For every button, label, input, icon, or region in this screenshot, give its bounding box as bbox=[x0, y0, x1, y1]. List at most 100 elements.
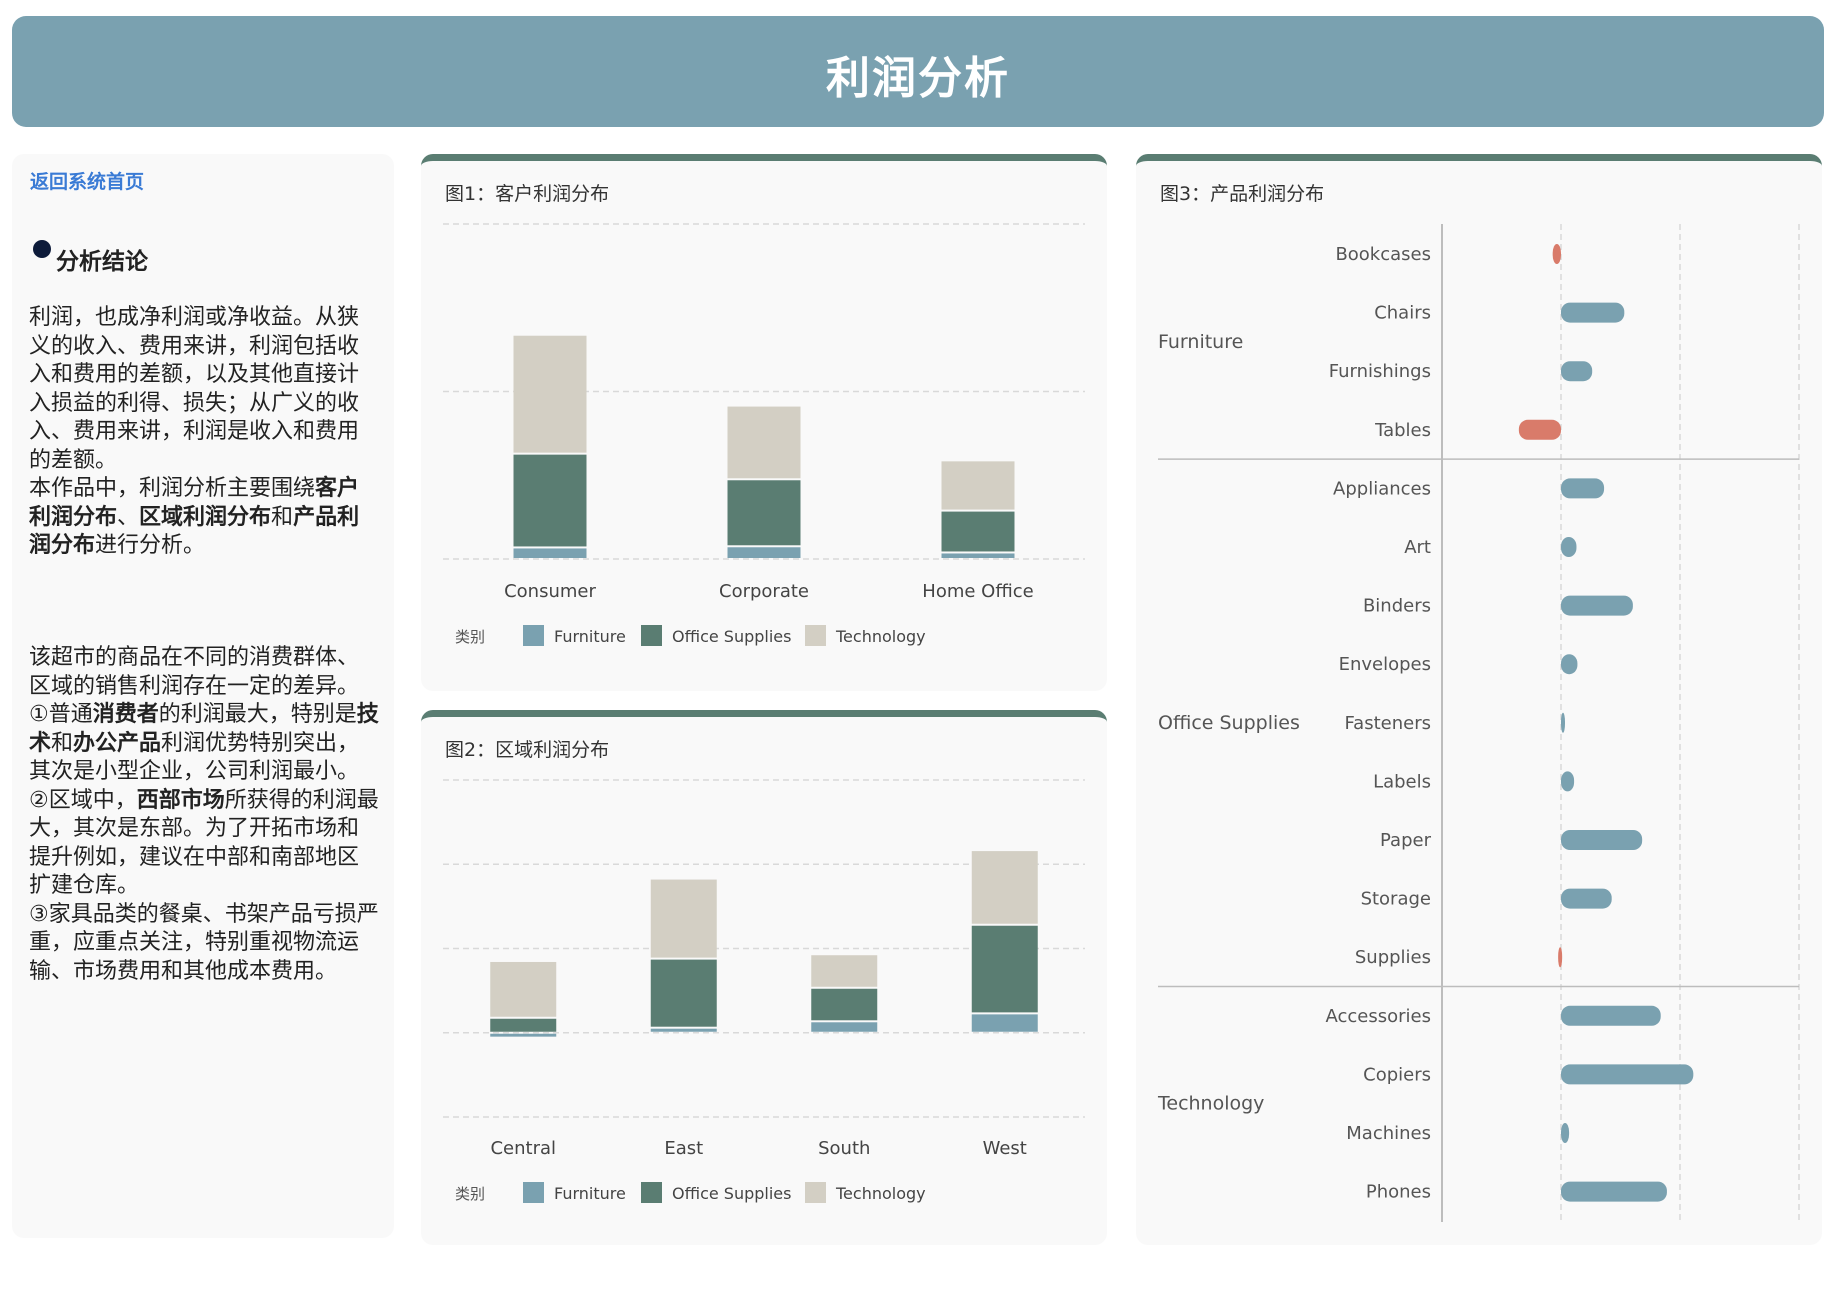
product-bar bbox=[1561, 537, 1577, 557]
finding-1c: 的利润最大，特别是 bbox=[158, 702, 357, 727]
intro-text-2: 本作品中，利润分析主要围绕 bbox=[29, 476, 316, 501]
category-label: Technology bbox=[1157, 1093, 1264, 1115]
product-label: Tables bbox=[1374, 420, 1431, 441]
bar-furniture bbox=[513, 548, 587, 558]
product-bar bbox=[1561, 1064, 1694, 1085]
legend-swatch bbox=[805, 625, 826, 646]
product-label: Copiers bbox=[1363, 1064, 1431, 1085]
customer-profit-chart: Consumer Corporate Home Office 类别 Furniture O… bbox=[443, 223, 1085, 646]
bar-office-supplies bbox=[941, 511, 1015, 552]
bar-office-supplies bbox=[971, 925, 1038, 1013]
x-tick-label: Central bbox=[490, 1138, 556, 1159]
product-label: Paper bbox=[1380, 830, 1432, 851]
bar-technology bbox=[941, 461, 1015, 510]
finding-1b: 消费者 bbox=[92, 702, 159, 727]
legend-label: Technology bbox=[835, 627, 926, 646]
sep-2: 和 bbox=[271, 504, 294, 530]
product-bar bbox=[1518, 419, 1561, 440]
x-tick-label: South bbox=[818, 1138, 870, 1159]
product-label: Labels bbox=[1373, 771, 1431, 792]
product-label: Accessories bbox=[1326, 1006, 1432, 1027]
bar-furniture bbox=[811, 1022, 878, 1032]
bullet-dot-icon bbox=[33, 240, 51, 258]
legend-swatch bbox=[805, 1182, 826, 1203]
product-bar bbox=[1561, 595, 1633, 616]
product-bar bbox=[1558, 947, 1563, 968]
product-bar bbox=[1561, 712, 1565, 733]
bar-technology bbox=[513, 335, 587, 453]
product-label: Art bbox=[1404, 537, 1431, 558]
bar-office-supplies bbox=[727, 480, 801, 546]
product-label: Bookcases bbox=[1335, 244, 1431, 265]
region-profit-panel: 图2：区域利润分布 Central East South West 类别 Furnitur… bbox=[421, 710, 1107, 1245]
page-title: 利润分析 bbox=[826, 53, 1010, 104]
finding-1f: 办公产品 bbox=[73, 730, 162, 756]
legend-swatch bbox=[641, 625, 662, 646]
product-label: Furnishings bbox=[1329, 361, 1431, 382]
findings-paragraph: 该超市的商品在不同的消费群体、区域的销售利润存在一定的差异。 ①普通消费者的利润… bbox=[29, 644, 379, 986]
bar-furniture bbox=[727, 547, 801, 558]
product-label: Envelopes bbox=[1339, 654, 1431, 675]
product-profit-panel: 图3：产品利润分布 Bookcases Chairs Furnishings Tabl… bbox=[1136, 154, 1822, 1245]
product-bar bbox=[1561, 654, 1578, 675]
legend-label: Furniture bbox=[554, 627, 626, 646]
legend-label: Office Supplies bbox=[672, 1184, 791, 1203]
conclusion-title: 分析结论 bbox=[56, 249, 148, 275]
product-label: Appliances bbox=[1333, 478, 1431, 499]
bar-office-supplies bbox=[650, 959, 717, 1027]
bar-furniture bbox=[971, 1014, 1038, 1032]
bar-office-supplies bbox=[811, 988, 878, 1021]
customer-profit-panel: 图1：客户利润分布 Consumer Corporate Home Office 类别… bbox=[421, 154, 1107, 691]
intro-text: 利润，也成净利润或净收益。从狭义的收入、费用来讲，利润包括收入和费用的差额，以及… bbox=[29, 305, 360, 473]
bold-region: 区域利润分布 bbox=[139, 504, 272, 530]
bar-furniture bbox=[650, 1028, 717, 1032]
product-bar bbox=[1561, 830, 1643, 850]
x-tick-label: West bbox=[983, 1138, 1027, 1159]
x-tick-label: East bbox=[664, 1138, 703, 1159]
finding-3: ③家具品类的餐桌、书架产品亏损严重，应重点关注，特别重视物流运输、市场费用和其他… bbox=[29, 901, 379, 984]
finding-2b: 西部市场 bbox=[136, 787, 225, 813]
bar-technology bbox=[650, 879, 717, 958]
bar-office-supplies bbox=[513, 454, 587, 547]
product-bar bbox=[1561, 361, 1593, 382]
product-label: Machines bbox=[1346, 1123, 1431, 1144]
bar-technology bbox=[727, 406, 801, 479]
product-bar bbox=[1552, 244, 1561, 264]
legend-title: 类别 bbox=[455, 1185, 485, 1203]
legend-swatch bbox=[523, 1182, 544, 1203]
product-bar bbox=[1561, 1005, 1661, 1026]
product-bar bbox=[1561, 771, 1575, 792]
findings-intro: 该超市的商品在不同的消费群体、区域的销售利润存在一定的差异。 bbox=[29, 645, 360, 699]
product-label: Supplies bbox=[1355, 947, 1431, 968]
legend-title: 类别 bbox=[455, 628, 485, 646]
legend-swatch bbox=[523, 625, 544, 646]
product-label: Binders bbox=[1363, 596, 1431, 617]
sidebar-panel: 返回系统首页 分析结论 利润，也成净利润或净收益。从狭义的收入、费用来讲，利润包… bbox=[12, 154, 394, 1238]
category-label: Furniture bbox=[1158, 331, 1243, 353]
bar-technology bbox=[811, 955, 878, 987]
category-label: Office Supplies bbox=[1158, 712, 1300, 734]
bar-furniture bbox=[941, 553, 1015, 558]
product-label: Storage bbox=[1361, 889, 1431, 910]
product-label: Fasteners bbox=[1344, 713, 1431, 734]
back-home-link[interactable]: 返回系统首页 bbox=[30, 170, 150, 194]
product-label: Chairs bbox=[1374, 303, 1431, 324]
bar-office-supplies bbox=[490, 1018, 557, 1032]
bar-furniture bbox=[490, 1033, 557, 1037]
finding-1a: ①普通 bbox=[29, 702, 93, 727]
product-bar bbox=[1561, 1181, 1667, 1202]
x-tick-label: Home Office bbox=[922, 581, 1033, 602]
x-tick-label: Consumer bbox=[504, 581, 596, 602]
legend-label: Office Supplies bbox=[672, 627, 791, 646]
bar-technology bbox=[971, 851, 1038, 924]
finding-1e: 和 bbox=[51, 730, 74, 756]
product-bar bbox=[1561, 1123, 1570, 1143]
product-bar bbox=[1561, 888, 1612, 909]
legend-label: Technology bbox=[835, 1184, 926, 1203]
product-label: Phones bbox=[1366, 1182, 1431, 1203]
finding-2a: ②区域中， bbox=[29, 787, 137, 813]
product-bar bbox=[1561, 478, 1605, 499]
intro-paragraph: 利润，也成净利润或净收益。从狭义的收入、费用来讲，利润包括收入和费用的差额，以及… bbox=[29, 304, 379, 561]
intro-text-3: 进行分析。 bbox=[95, 533, 206, 558]
product-bar bbox=[1561, 302, 1625, 323]
